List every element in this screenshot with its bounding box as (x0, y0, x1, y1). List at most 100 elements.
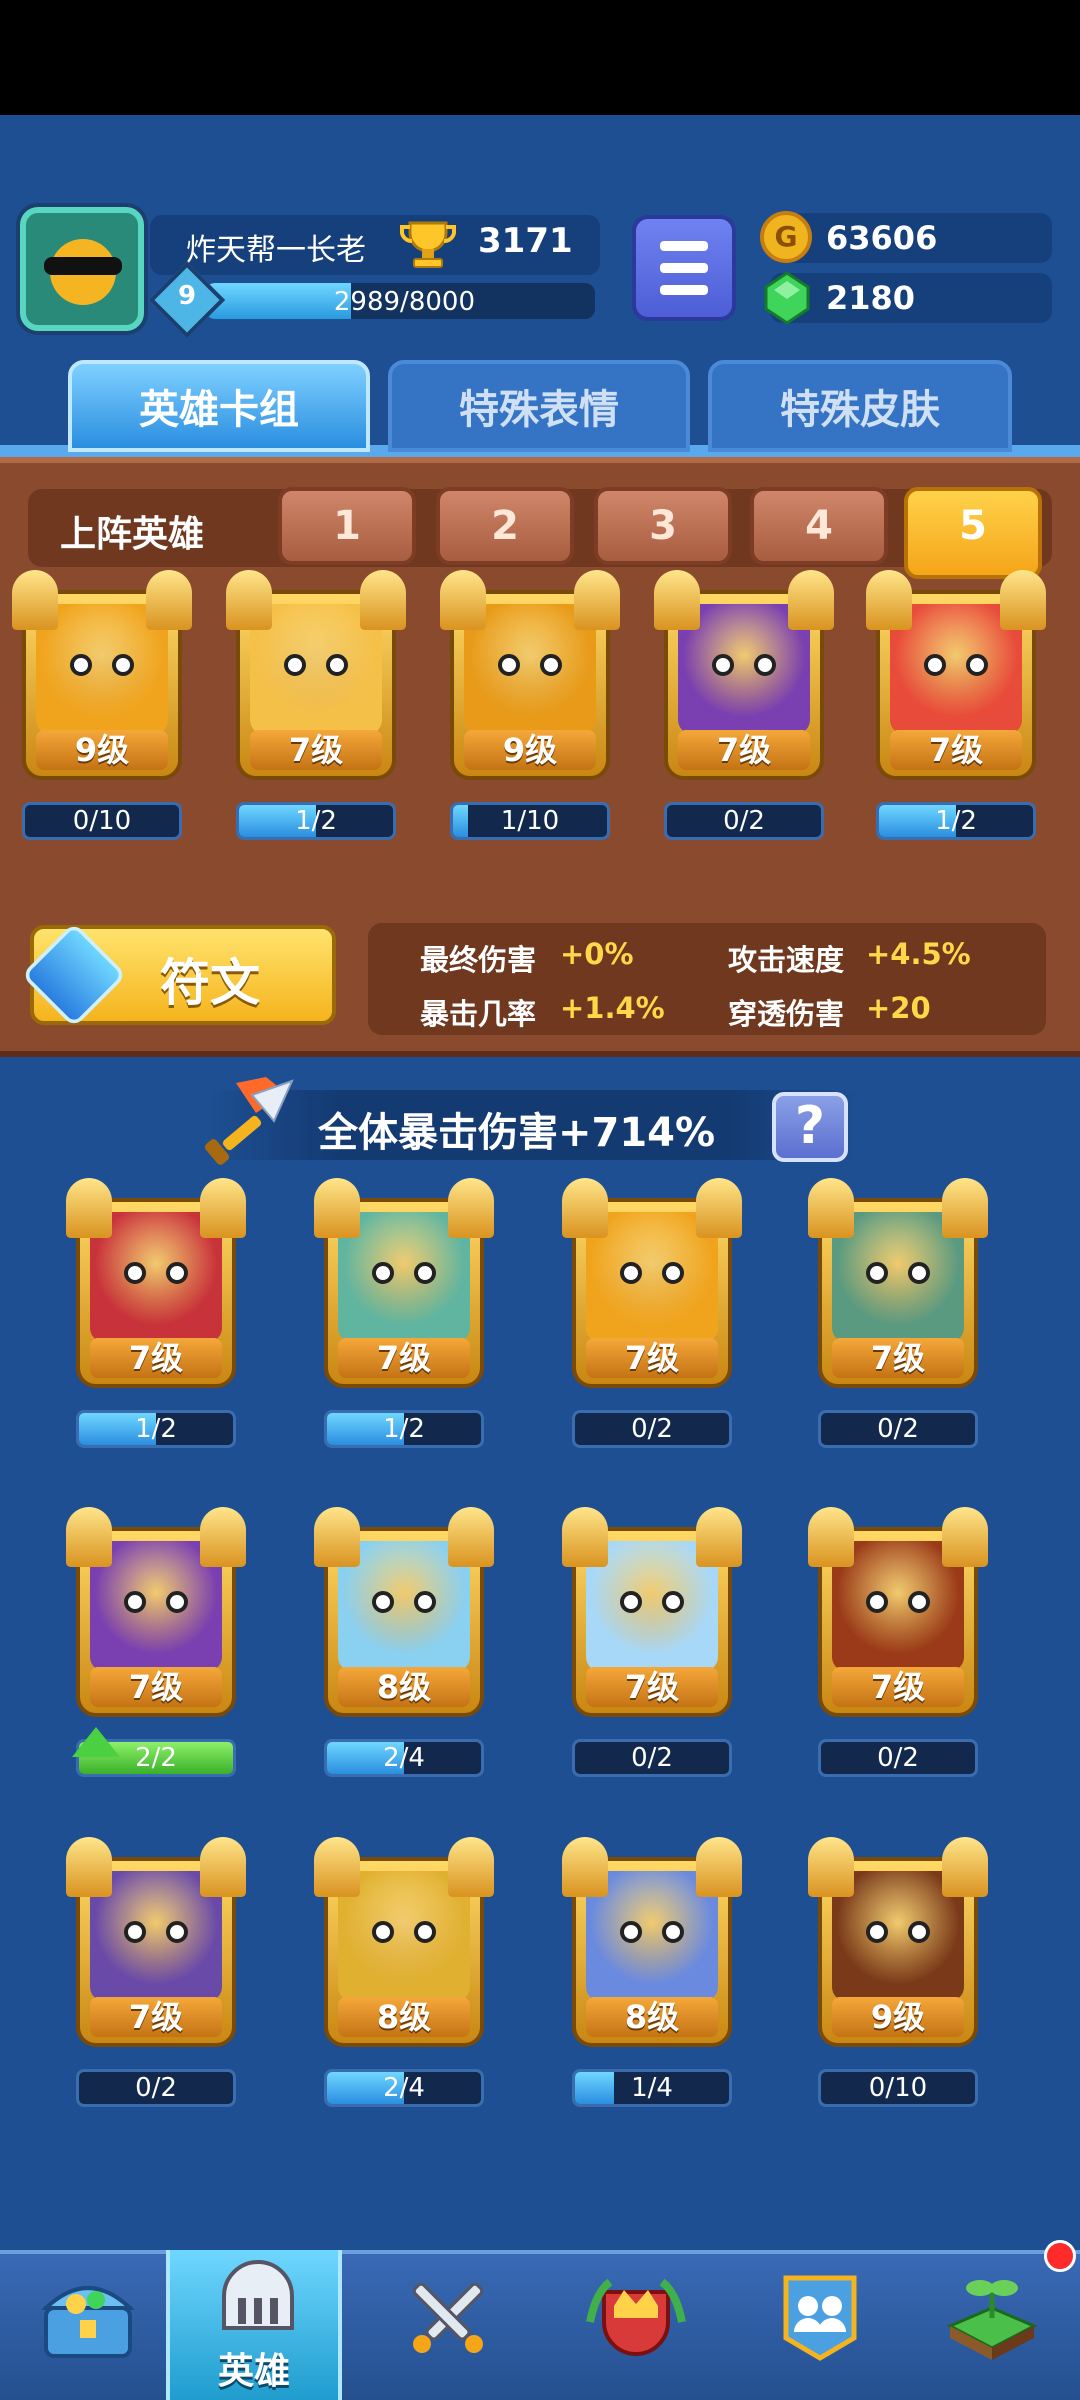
card-progress-text: 2/4 (383, 1743, 425, 1773)
deck-hero-card[interactable]: 7级 (654, 570, 834, 790)
tab-hero-deck[interactable]: 英雄卡组 (68, 360, 370, 452)
card-wing (808, 1507, 854, 1567)
hero-eye (620, 1262, 642, 1284)
tab-special-emotes[interactable]: 特殊表情 (388, 360, 690, 452)
card-wing (66, 1507, 112, 1567)
treasure-chest-icon (40, 2286, 136, 2358)
nav-shop[interactable] (0, 2250, 176, 2400)
hero-eye (112, 654, 134, 676)
game-screen: 炸天帮一长老 3171 2989/8000 9 G 63606 2180 英雄卡… (0, 115, 1080, 2400)
stat-value: +4.5% (866, 937, 971, 971)
hero-eye (372, 1591, 394, 1613)
hero-card[interactable]: 7级 (562, 1178, 742, 1398)
card-progress-bar: 0/2 (76, 2069, 236, 2107)
card-progress-text: 1/2 (935, 806, 977, 836)
trophy-count: 3171 (478, 221, 573, 261)
deck-hero-card[interactable]: 9级 (12, 570, 192, 790)
deck-hero-card[interactable]: 9级 (440, 570, 620, 790)
card-progress-text: 1/2 (383, 1414, 425, 1444)
crit-bonus-text: 全体暴击伤害+714% (318, 1110, 716, 1156)
card-progress-text: 0/2 (631, 1743, 673, 1773)
hero-eye (866, 1591, 888, 1613)
hero-card[interactable]: 7级 (66, 1178, 246, 1398)
xp-text: 2989/8000 (333, 287, 475, 317)
hero-level: 7级 (832, 1338, 964, 1378)
hero-eye (662, 1262, 684, 1284)
card-wing (66, 1837, 112, 1897)
deck-hero-card[interactable]: 7级 (866, 570, 1046, 790)
coin-count: 63606 (826, 219, 938, 257)
deck-hero-card[interactable]: 7级 (226, 570, 406, 790)
card-progress-bar: 0/10 (22, 802, 182, 840)
card-wing (1000, 570, 1046, 630)
card-progress-bar: 1/10 (450, 802, 610, 840)
notification-dot (1044, 2240, 1076, 2272)
card-progress-text: 0/2 (877, 1414, 919, 1444)
help-button[interactable]: ? (772, 1092, 848, 1162)
sword-icon (204, 1077, 294, 1165)
nav-garden[interactable] (904, 2250, 1080, 2400)
hero-card[interactable]: 7级 (314, 1178, 494, 1398)
hero-card[interactable]: 8级 (314, 1837, 494, 2057)
stat-value: +1.4% (560, 991, 665, 1025)
nav-social[interactable] (732, 2250, 908, 2400)
card-wing (942, 1837, 988, 1897)
deck-slot-5[interactable]: 5 (904, 487, 1042, 579)
deck-slot-2[interactable]: 2 (436, 487, 574, 565)
hero-eye (908, 1262, 930, 1284)
hero-eye (414, 1921, 436, 1943)
nav-battle[interactable] (360, 2250, 536, 2400)
card-wing (696, 1507, 742, 1567)
card-wing (360, 570, 406, 630)
card-progress-text: 1/2 (135, 1414, 177, 1444)
card-progress-text: 0/10 (868, 2073, 928, 2103)
hero-level: 8级 (586, 1997, 718, 2037)
coin-icon: G (760, 211, 812, 263)
card-wing (314, 1837, 360, 1897)
stat-value: +20 (866, 991, 931, 1025)
hero-eye (372, 1921, 394, 1943)
card-progress-bar: 1/2 (876, 802, 1036, 840)
upgrade-arrow-icon (72, 1727, 120, 1757)
deck-slot-4[interactable]: 4 (750, 487, 888, 565)
card-progress-bar: 2/4 (324, 2069, 484, 2107)
hero-card[interactable]: 9级 (808, 1837, 988, 2057)
sprout-icon (946, 2280, 1038, 2360)
nav-heroes[interactable]: 英雄 (166, 2250, 342, 2400)
hero-level: 7级 (586, 1338, 718, 1378)
hero-card[interactable]: 8级 (562, 1837, 742, 2057)
hero-level: 7级 (890, 730, 1022, 770)
tab-special-skins[interactable]: 特殊皮肤 (708, 360, 1012, 452)
hero-card[interactable]: 7级 (66, 1507, 246, 1727)
card-wing (696, 1178, 742, 1238)
player-avatar[interactable] (20, 207, 144, 331)
menu-button[interactable] (632, 215, 736, 321)
hero-card[interactable]: 7级 (66, 1837, 246, 2057)
hero-eye (924, 654, 946, 676)
deck-slot-3[interactable]: 3 (594, 487, 732, 565)
gem-icon (764, 271, 810, 325)
card-wing (12, 570, 58, 630)
hero-card[interactable]: 7级 (808, 1178, 988, 1398)
hero-card[interactable]: 7级 (808, 1507, 988, 1727)
hero-card[interactable]: 8级 (314, 1507, 494, 1727)
stat-name: 暴击几率 (420, 997, 537, 1031)
hero-eye (620, 1591, 642, 1613)
hero-level: 7级 (90, 1997, 222, 2037)
card-progress-bar: 0/2 (818, 1410, 978, 1448)
hero-level: 7级 (90, 1338, 222, 1378)
deck-label: 上阵英雄 (60, 514, 205, 555)
hero-eye (966, 654, 988, 676)
nav-clan[interactable] (548, 2250, 724, 2400)
card-progress-bar: 0/2 (572, 1410, 732, 1448)
hero-level: 7级 (832, 1667, 964, 1707)
crossed-swords-icon (412, 2282, 484, 2353)
hero-card[interactable]: 7级 (562, 1507, 742, 1727)
card-wing (866, 570, 912, 630)
player-name: 炸天帮一长老 (186, 233, 366, 268)
hero-level: 8级 (338, 1667, 470, 1707)
menu-icon (660, 285, 708, 295)
hero-eye (124, 1921, 146, 1943)
deck-slot-1[interactable]: 1 (278, 487, 416, 565)
hero-eye (124, 1262, 146, 1284)
